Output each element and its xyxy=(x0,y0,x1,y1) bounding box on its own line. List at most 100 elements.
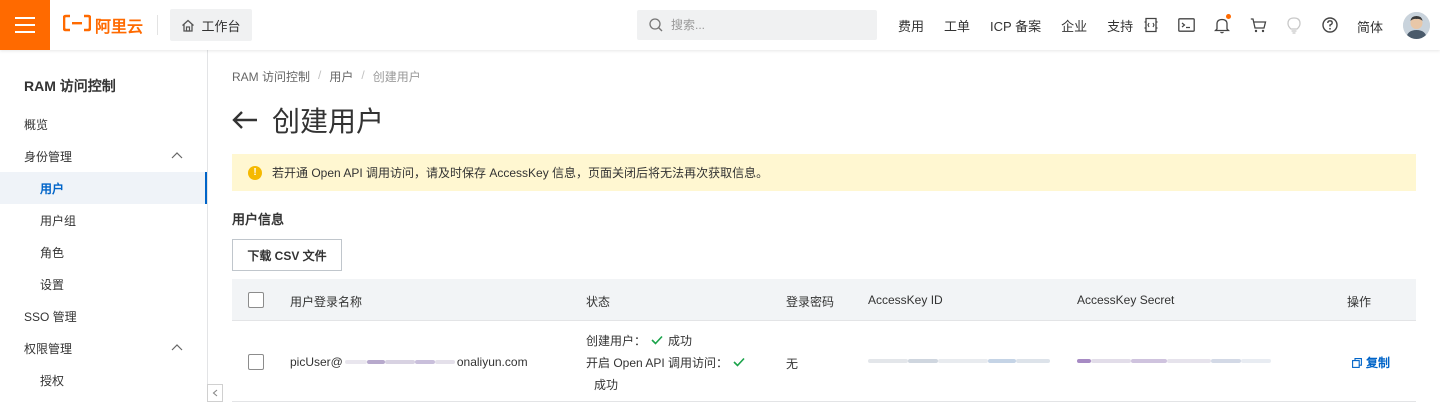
nav-link-icp[interactable]: ICP 备案 xyxy=(990,16,1041,35)
language-switch[interactable]: 简体 xyxy=(1357,17,1383,36)
login-name-suffix: onaliyun.com xyxy=(456,355,528,369)
breadcrumb-separator: / xyxy=(318,68,322,82)
column-header-status: 状态 xyxy=(586,295,611,309)
cart-button[interactable] xyxy=(1248,15,1268,35)
user-avatar[interactable] xyxy=(1403,12,1430,39)
copy-icon xyxy=(1352,357,1362,368)
search-icon xyxy=(649,18,663,32)
sidebar-collapse-handle[interactable] xyxy=(207,384,223,402)
table-header: 用户登录名称 状态 登录密码 AccessKey ID AccessKey Se… xyxy=(232,279,1416,321)
sidebar-item-label: SSO 管理 xyxy=(24,309,77,324)
sidebar-item-label: 身份管理 xyxy=(24,149,73,164)
copy-button[interactable]: 复制 xyxy=(1352,354,1390,371)
table-row: picUser@ onaliyun.com 创建用户： 成功 开启 Open A… xyxy=(232,321,1416,402)
user-info-table: 用户登录名称 状态 登录密码 AccessKey ID AccessKey Se… xyxy=(232,279,1416,402)
download-csv-button[interactable]: 下载 CSV 文件 xyxy=(232,239,342,271)
password-cell: 无 xyxy=(786,357,799,371)
status-cell: 创建用户： 成功 开启 Open API 调用访问： 成功 xyxy=(586,329,750,395)
status-create-label: 创建用户： xyxy=(586,333,647,348)
workbench-label: 工作台 xyxy=(201,18,241,34)
home-icon xyxy=(182,19,195,32)
sidebar-item-label: 用户组 xyxy=(40,213,77,228)
column-header-password: 登录密码 xyxy=(786,295,835,309)
sidebar-item-sso[interactable]: SSO 管理 xyxy=(0,300,207,332)
column-header-login-name: 用户登录名称 xyxy=(290,295,363,309)
sidebar-item-label: 权限管理 xyxy=(24,341,73,356)
api-tool-icon xyxy=(1144,17,1158,33)
terminal-icon xyxy=(1177,18,1195,32)
sidebar: RAM 访问控制 概览 身份管理 用户 用户组 角色 设置 SSO 管理 权限管… xyxy=(0,50,208,402)
bell-icon xyxy=(1214,18,1230,33)
nav-link-enterprise[interactable]: 企业 xyxy=(1061,16,1087,35)
sidebar-item-label: 设置 xyxy=(40,277,65,292)
chevron-left-icon xyxy=(212,389,218,397)
sidebar-item-settings[interactable]: 设置 xyxy=(0,268,207,300)
nav-link-billing[interactable]: 费用 xyxy=(898,16,924,35)
workbench-button[interactable]: 工作台 xyxy=(170,9,252,41)
back-arrow-icon[interactable] xyxy=(232,110,258,130)
login-name-prefix: picUser@ xyxy=(290,355,343,369)
breadcrumb-item-ram[interactable]: RAM 访问控制 xyxy=(232,68,310,85)
topbar-divider xyxy=(157,15,158,35)
page-header: 创建用户 xyxy=(232,102,384,138)
breadcrumb: RAM 访问控制 / 用户 / 创建用户 xyxy=(232,68,421,85)
alert-text: 若开通 Open API 调用访问，请及时保存 AccessKey 信息，页面关… xyxy=(272,166,769,180)
global-search[interactable] xyxy=(637,10,877,40)
top-navigation-bar: 阿里云 工作台 费用 工单 ICP 备案 企业 支持 xyxy=(0,0,1440,50)
cloud-shell-button[interactable] xyxy=(1176,15,1196,35)
aliyun-logo-text: 阿里云 xyxy=(95,19,144,36)
sidebar-item-overview[interactable]: 概览 xyxy=(0,108,207,140)
sidebar-item-roles[interactable]: 角色 xyxy=(0,236,207,268)
sidebar-item-label: 授权 xyxy=(40,373,65,388)
hamburger-menu-button[interactable] xyxy=(0,0,50,50)
aliyun-logo[interactable]: 阿里云 xyxy=(62,14,144,36)
topbar-nav-links: 费用 工单 ICP 备案 企业 支持 xyxy=(898,0,1153,50)
sidebar-item-label: 用户 xyxy=(40,181,65,196)
nav-link-tickets[interactable]: 工单 xyxy=(944,16,970,35)
status-create-line: 创建用户： 成功 xyxy=(586,329,750,351)
api-tool-button[interactable] xyxy=(1141,15,1161,35)
sidebar-title: RAM 访问控制 xyxy=(24,78,116,94)
page-title: 创建用户 xyxy=(272,106,385,137)
sidebar-item-user-groups[interactable]: 用户组 xyxy=(0,204,207,236)
section-title: 用户信息 xyxy=(232,212,285,227)
status-api-value-line: 成功 xyxy=(586,373,750,395)
help-button[interactable] xyxy=(1320,15,1340,35)
accesskey-secret-masked xyxy=(1077,359,1271,363)
status-api-label: 开启 Open API 调用访问： xyxy=(586,355,729,370)
cart-icon xyxy=(1250,17,1266,32)
chevron-up-icon xyxy=(171,344,183,351)
breadcrumb-item-current: 创建用户 xyxy=(372,70,421,84)
notification-dot xyxy=(1226,14,1231,19)
status-create-value: 成功 xyxy=(668,333,693,348)
column-header-actions: 操作 xyxy=(1347,295,1372,309)
notifications-button[interactable] xyxy=(1212,14,1232,35)
breadcrumb-item-users[interactable]: 用户 xyxy=(329,68,353,85)
status-api-line: 开启 Open API 调用访问： xyxy=(586,351,750,373)
sidebar-group-identity[interactable]: 身份管理 xyxy=(0,140,207,172)
row-checkbox[interactable] xyxy=(248,354,264,370)
login-name-masked xyxy=(344,360,455,364)
sidebar-item-users[interactable]: 用户 xyxy=(0,172,207,204)
warning-icon: ! xyxy=(248,165,262,180)
sidebar-group-permissions[interactable]: 权限管理 xyxy=(0,332,207,364)
sidebar-item-label: 概览 xyxy=(24,117,49,132)
tips-button[interactable] xyxy=(1284,15,1304,35)
chevron-up-icon xyxy=(171,152,183,159)
sidebar-item-grants[interactable]: 授权 xyxy=(0,364,207,396)
copy-label: 复制 xyxy=(1366,356,1391,370)
aliyun-logo-mark-icon xyxy=(62,14,92,36)
help-icon xyxy=(1322,17,1338,33)
nav-link-support[interactable]: 支持 xyxy=(1107,16,1133,35)
search-input[interactable] xyxy=(671,18,861,32)
warning-alert: ! 若开通 Open API 调用访问，请及时保存 AccessKey 信息，页… xyxy=(232,154,1416,191)
hamburger-icon xyxy=(15,17,35,33)
lightbulb-icon xyxy=(1287,16,1301,34)
accesskey-id-masked xyxy=(868,359,1050,363)
column-header-accesskey-id: AccessKey ID xyxy=(868,293,943,307)
status-api-value: 成功 xyxy=(594,377,619,392)
sidebar-item-label: 角色 xyxy=(40,245,65,260)
check-icon xyxy=(651,335,663,345)
avatar-icon xyxy=(1403,12,1430,39)
select-all-checkbox[interactable] xyxy=(248,292,264,308)
